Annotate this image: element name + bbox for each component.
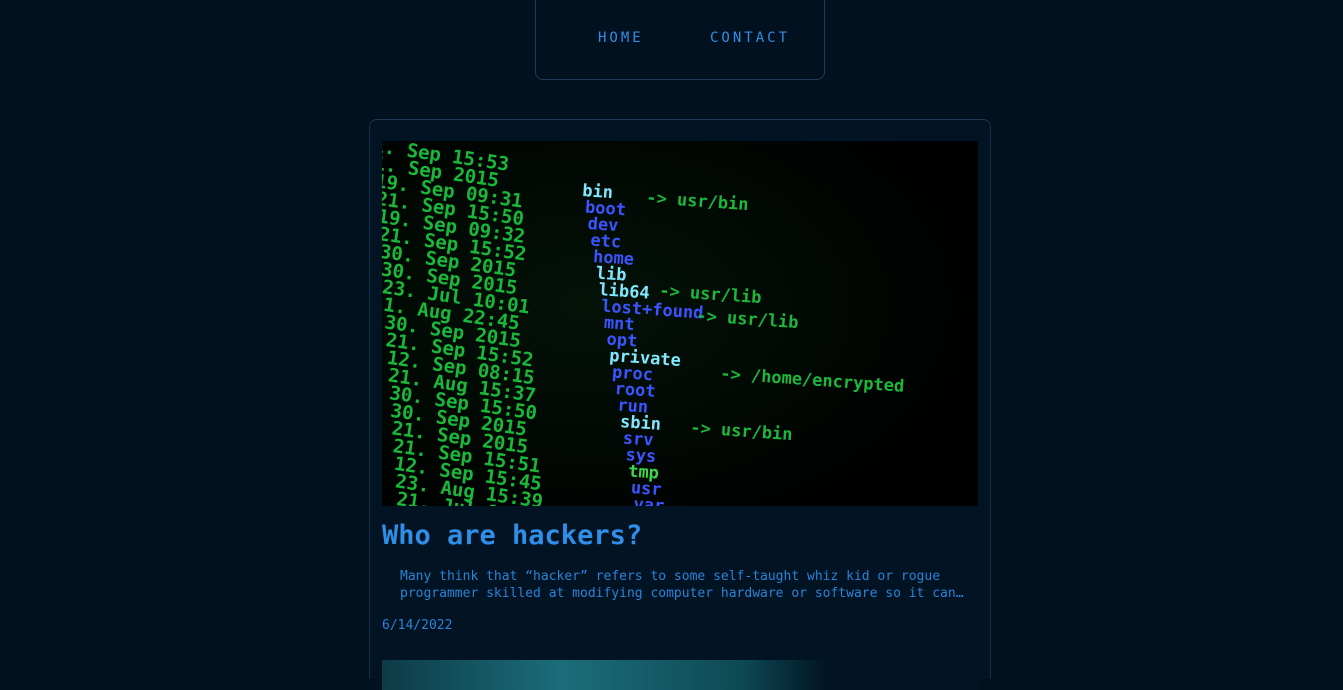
next-post-thumbnail[interactable] bbox=[382, 660, 978, 690]
post-thumbnail[interactable]: 1. Sep 15:53 1. Sep 2015 19. Sep 09:31 21. … bbox=[382, 141, 978, 506]
top-nav: HOME CONTACT bbox=[535, 0, 825, 80]
nav-home-link[interactable]: HOME bbox=[598, 30, 644, 46]
terminal-screenshot-image: 1. Sep 15:531. Sep 201519. Sep 09:3121. … bbox=[382, 141, 978, 506]
nav-contact-link[interactable]: CONTACT bbox=[710, 30, 790, 46]
post-title[interactable]: Who are hackers? bbox=[382, 520, 642, 551]
post-date: 6/14/2022 bbox=[382, 618, 453, 633]
post-excerpt: Many think that “hacker” refers to some … bbox=[400, 569, 964, 601]
post-card: 1. Sep 15:53 1. Sep 2015 19. Sep 09:31 21. … bbox=[369, 119, 991, 690]
terminal-dir: var bbox=[633, 495, 665, 506]
